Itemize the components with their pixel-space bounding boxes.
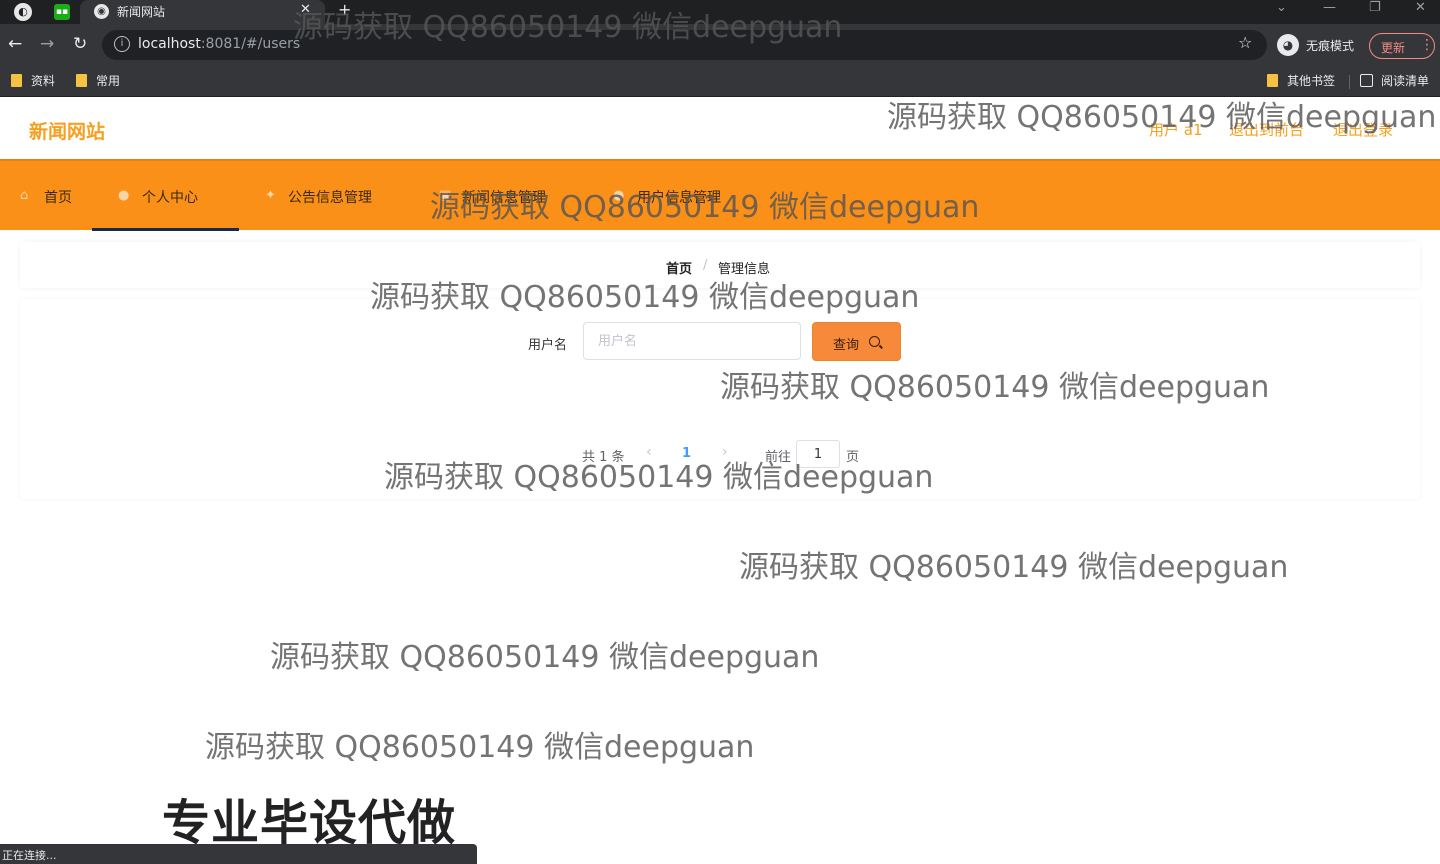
watermark-text: 源码获取 QQ86050149 微信deepguan xyxy=(430,190,980,225)
nav-active-indicator xyxy=(92,228,239,231)
status-text: 正在连接... xyxy=(2,849,57,862)
tab-title: 新闻网站 xyxy=(117,5,166,19)
globe-icon: ◉ xyxy=(94,4,109,19)
incognito-label: 无痕模式 xyxy=(1306,39,1355,53)
nav-item-personal-center[interactable]: ● 个人中心 xyxy=(92,161,239,230)
nav-item-home[interactable]: ⌂ 首页 xyxy=(0,161,92,230)
nav-item-notice-management[interactable]: ✦ 公告信息管理 xyxy=(239,161,417,230)
url-text[interactable]: localhost:8081/#/users xyxy=(138,36,300,52)
watermark-text: 源码获取 QQ86050149 微信deepguan xyxy=(887,100,1437,135)
username-label: 用户名 xyxy=(528,338,568,353)
pin-icon: ✦ xyxy=(265,188,276,203)
nav-label: 首页 xyxy=(44,190,72,206)
site-logo[interactable]: 新闻网站 xyxy=(29,117,105,144)
bookmark-star-icon[interactable]: ☆ xyxy=(1238,33,1252,52)
folder-icon xyxy=(76,74,87,87)
update-label: 更新 xyxy=(1381,41,1406,55)
query-button[interactable]: 查询 xyxy=(812,322,901,361)
other-bookmarks[interactable]: 其他书签 xyxy=(1267,72,1335,90)
home-icon: ⌂ xyxy=(20,188,29,203)
more-menu-icon[interactable]: ⋮ xyxy=(1420,37,1434,53)
reload-icon[interactable]: ↻ xyxy=(73,34,87,54)
promo-banner-text: 专业毕设代做 xyxy=(162,795,457,851)
restore-icon[interactable]: ❐ xyxy=(1369,0,1381,15)
incognito-icon: ◕ xyxy=(1277,34,1299,56)
folder-icon xyxy=(1267,74,1278,87)
profile-icon[interactable]: ◐ xyxy=(14,3,32,21)
query-button-label: 查询 xyxy=(833,338,860,353)
bookmark-folder-changyong[interactable]: 常用 xyxy=(76,72,120,90)
watermark-text: 源码获取 QQ86050149 微信deepguan xyxy=(270,640,820,675)
nav-label: 个人中心 xyxy=(142,190,198,206)
update-button[interactable]: 更新 ⋮ xyxy=(1369,33,1435,59)
site-info-icon[interactable]: i xyxy=(114,36,130,52)
search-icon xyxy=(869,336,880,347)
bookmark-divider xyxy=(1349,75,1350,89)
forward-icon[interactable]: → xyxy=(40,34,54,54)
user-icon: ● xyxy=(118,188,130,203)
username-search-input[interactable] xyxy=(583,322,801,360)
nav-label: 公告信息管理 xyxy=(288,190,372,206)
app-shortcut-icon[interactable]: ▪▪ xyxy=(54,4,70,20)
reading-list[interactable]: 阅读清单 xyxy=(1360,72,1429,90)
bookmark-folder-ziliao[interactable]: 资料 xyxy=(11,72,55,90)
reading-list-label: 阅读清单 xyxy=(1381,74,1430,88)
watermark-text: 源码获取 QQ86050149 微信deepguan xyxy=(293,10,843,45)
watermark-text: 源码获取 QQ86050149 微信deepguan xyxy=(739,550,1289,585)
watermark-text: 源码获取 QQ86050149 微信deepguan xyxy=(720,370,1270,405)
other-bookmarks-label: 其他书签 xyxy=(1287,74,1336,88)
back-icon[interactable]: ← xyxy=(8,34,22,54)
bookmark-label: 常用 xyxy=(96,74,121,88)
folder-icon xyxy=(11,74,22,87)
browser-tab[interactable]: ◉ 新闻网站 ✕ xyxy=(80,0,325,24)
watermark-text: 源码获取 QQ86050149 微信deepguan xyxy=(205,730,755,765)
url-path: :8081/#/users xyxy=(200,36,301,52)
close-window-icon[interactable]: ✕ xyxy=(1415,0,1426,15)
browser-status-bar: 正在连接... xyxy=(0,844,477,864)
reading-list-icon xyxy=(1360,74,1373,87)
bookmark-label: 资料 xyxy=(31,74,56,88)
tab-search-icon[interactable]: ⌄ xyxy=(1276,0,1287,15)
breadcrumb-separator: / xyxy=(703,258,708,273)
url-host: localhost xyxy=(138,36,201,52)
watermark-text: 源码获取 QQ86050149 微信deepguan xyxy=(384,460,934,495)
minimize-icon[interactable]: — xyxy=(1323,0,1336,15)
watermark-text: 源码获取 QQ86050149 微信deepguan xyxy=(370,280,920,315)
